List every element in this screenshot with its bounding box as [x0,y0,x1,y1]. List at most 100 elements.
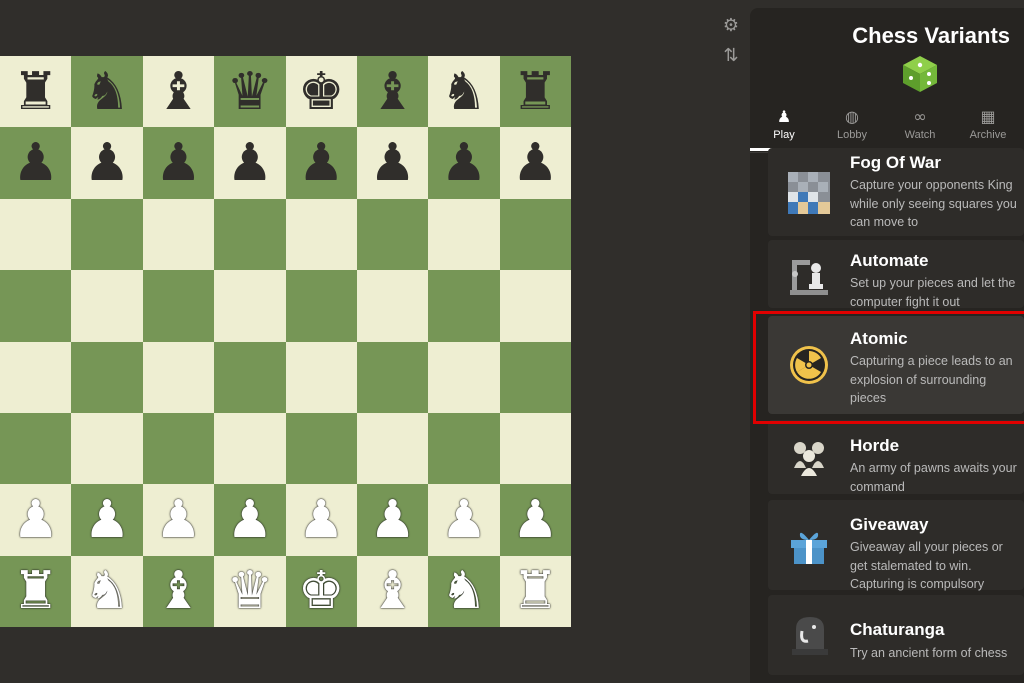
white-king-icon[interactable]: ♚ [298,565,345,617]
square-b6[interactable] [71,198,143,271]
square-a1[interactable]: ♜ [0,555,72,627]
square-h7[interactable]: ♟ [499,127,571,199]
square-c5[interactable] [142,270,215,342]
tab-archive[interactable]: ▦ Archive [954,104,1022,152]
black-pawn-icon[interactable]: ♟ [512,137,559,189]
white-queen-icon[interactable]: ♛ [227,565,274,617]
variant-card-horde[interactable]: Horde An army of pawns awaits your comma… [768,420,1024,494]
square-a2[interactable]: ♟ [0,484,72,556]
variant-card-giveaway[interactable]: Giveaway Giveaway all your pieces or get… [768,500,1024,591]
tab-watch[interactable]: ∞ Watch [886,104,954,152]
white-pawn-icon[interactable]: ♟ [227,494,274,546]
black-bishop-icon[interactable]: ♝ [369,66,416,118]
white-bishop-icon[interactable]: ♝ [369,565,416,617]
square-a4[interactable] [0,341,72,413]
square-h1[interactable]: ♜ [499,555,571,627]
black-rook-icon[interactable]: ♜ [12,66,59,118]
square-f1[interactable]: ♝ [356,555,429,627]
square-a6[interactable] [0,198,72,271]
square-c6[interactable] [142,198,215,271]
white-pawn-icon[interactable]: ♟ [512,494,559,546]
tab-play[interactable]: ♟ Play [750,104,818,152]
black-pawn-icon[interactable]: ♟ [12,137,59,189]
square-e6[interactable] [285,198,357,271]
square-f3[interactable] [356,412,429,485]
square-a5[interactable] [0,270,72,342]
square-b7[interactable]: ♟ [71,127,143,199]
black-pawn-icon[interactable]: ♟ [441,137,488,189]
square-f6[interactable] [356,198,429,271]
square-g4[interactable] [428,341,500,413]
square-g8[interactable]: ♞ [428,56,500,128]
white-rook-icon[interactable]: ♜ [512,565,559,617]
white-knight-icon[interactable]: ♞ [441,565,488,617]
square-e2[interactable]: ♟ [285,484,357,556]
square-h6[interactable] [499,198,571,271]
square-h5[interactable] [499,270,571,342]
square-c8[interactable]: ♝ [142,56,215,128]
square-d2[interactable]: ♟ [214,484,286,556]
square-f4[interactable] [356,341,429,413]
variant-card-chaturanga[interactable]: Chaturanga Try an ancient form of chess [768,595,1024,675]
square-e8[interactable]: ♚ [285,56,357,128]
square-b8[interactable]: ♞ [71,56,143,128]
square-g3[interactable] [428,412,500,485]
square-d7[interactable]: ♟ [214,127,286,199]
square-b1[interactable]: ♞ [71,555,143,627]
white-pawn-icon[interactable]: ♟ [369,494,416,546]
black-bishop-icon[interactable]: ♝ [155,66,202,118]
square-c7[interactable]: ♟ [142,127,215,199]
square-e1[interactable]: ♚ [285,555,357,627]
variant-card-automate[interactable]: Automate Set up your pieces and let the … [768,240,1024,309]
square-g7[interactable]: ♟ [428,127,500,199]
square-h4[interactable] [499,341,571,413]
black-pawn-icon[interactable]: ♟ [369,137,416,189]
square-e4[interactable] [285,341,357,413]
square-c4[interactable] [142,341,215,413]
white-rook-icon[interactable]: ♜ [12,565,59,617]
square-e7[interactable]: ♟ [285,127,357,199]
square-e3[interactable] [285,412,357,485]
square-d3[interactable] [214,412,286,485]
black-pawn-icon[interactable]: ♟ [84,137,131,189]
square-f7[interactable]: ♟ [356,127,429,199]
square-c1[interactable]: ♝ [142,555,215,627]
black-pawn-icon[interactable]: ♟ [155,137,202,189]
square-d5[interactable] [214,270,286,342]
black-pawn-icon[interactable]: ♟ [298,137,345,189]
flip-board-icon[interactable]: ⇅ [718,42,744,68]
square-a3[interactable] [0,412,72,485]
square-c3[interactable] [142,412,215,485]
white-pawn-icon[interactable]: ♟ [298,494,345,546]
black-queen-icon[interactable]: ♛ [227,66,274,118]
black-knight-icon[interactable]: ♞ [441,66,488,118]
square-a8[interactable]: ♜ [0,56,72,128]
chess-board[interactable]: ♜ ♞ ♝ ♛ ♚ ♝ ♞ ♜ ♟ ♟ ♟ ♟ ♟ ♟ ♟ ♟ ♟ ♟ ♟ ♟ ♟ ♟ ♟ ♟ ♜ ♞ ♝ ♛ ♚ ♝ ♞ ♜ [0,56,571,627]
white-pawn-icon[interactable]: ♟ [441,494,488,546]
white-knight-icon[interactable]: ♞ [84,565,131,617]
white-pawn-icon[interactable]: ♟ [84,494,131,546]
square-d8[interactable]: ♛ [214,56,286,128]
square-h2[interactable]: ♟ [499,484,571,556]
white-pawn-icon[interactable]: ♟ [155,494,202,546]
square-g6[interactable] [428,198,500,271]
black-rook-icon[interactable]: ♜ [512,66,559,118]
square-h3[interactable] [499,412,571,485]
black-pawn-icon[interactable]: ♟ [227,137,274,189]
gear-icon[interactable]: ⚙ [718,12,744,38]
square-g1[interactable]: ♞ [428,555,500,627]
black-king-icon[interactable]: ♚ [298,66,345,118]
square-a7[interactable]: ♟ [0,127,72,199]
square-b5[interactable] [71,270,143,342]
square-d6[interactable] [214,198,286,271]
white-bishop-icon[interactable]: ♝ [155,565,202,617]
square-h8[interactable]: ♜ [499,56,571,128]
square-b3[interactable] [71,412,143,485]
black-knight-icon[interactable]: ♞ [84,66,131,118]
square-b2[interactable]: ♟ [71,484,143,556]
square-f5[interactable] [356,270,429,342]
square-c2[interactable]: ♟ [142,484,215,556]
square-d4[interactable] [214,341,286,413]
square-g2[interactable]: ♟ [428,484,500,556]
white-pawn-icon[interactable]: ♟ [12,494,59,546]
